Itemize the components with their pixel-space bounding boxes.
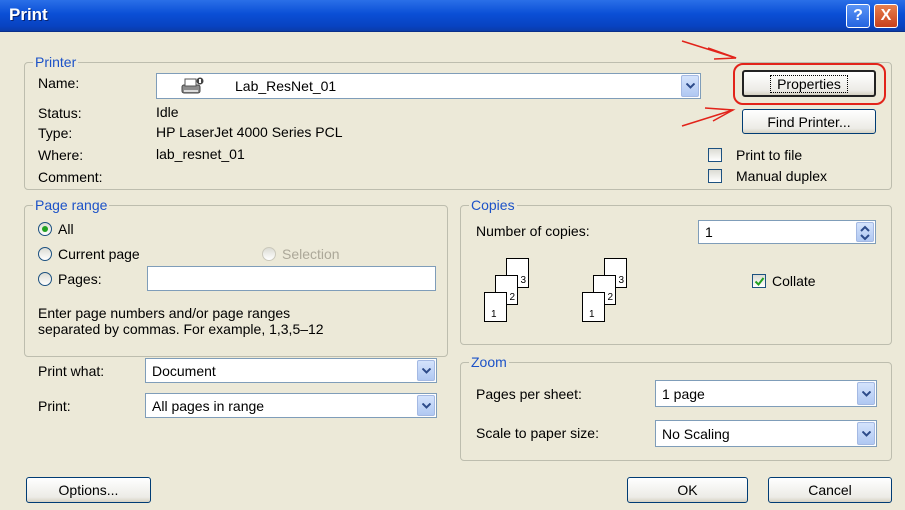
pages-radio-label[interactable]: Pages: (58, 270, 102, 288)
printer-name-dropdown[interactable]: Lab_ResNet_01 (156, 73, 701, 99)
cancel-button[interactable]: Cancel (768, 477, 892, 503)
page-range-group-label: Page range (33, 197, 110, 213)
help-button[interactable]: ? (846, 4, 870, 28)
checkmark-icon (754, 277, 765, 287)
manual-duplex-label[interactable]: Manual duplex (736, 167, 827, 185)
options-button[interactable]: Options... (26, 477, 151, 503)
close-button[interactable]: X (874, 4, 898, 28)
scale-to-paper-label: Scale to paper size: (476, 425, 599, 441)
selection-radio-label: Selection (282, 246, 340, 262)
title-bar: Print ? X (0, 0, 905, 32)
comment-label: Comment: (38, 169, 103, 185)
pages-radio[interactable] (38, 272, 52, 286)
type-value: HP LaserJet 4000 Series PCL (156, 124, 343, 140)
find-printer-button-label: Find Printer... (767, 113, 851, 130)
print-dropdown[interactable]: All pages in range (145, 393, 437, 418)
all-radio[interactable] (38, 222, 52, 236)
scale-to-paper-dropdown[interactable]: No Scaling (655, 420, 877, 447)
chevron-down-icon[interactable] (857, 382, 875, 405)
collate-illustration-left: 3 2 1 (484, 258, 544, 328)
help-icon: ? (853, 7, 863, 24)
printer-group-label: Printer (33, 54, 79, 70)
pages-per-sheet-dropdown[interactable]: 1 page (655, 380, 877, 407)
chevron-down-icon[interactable] (417, 395, 435, 416)
ok-button[interactable]: OK (627, 477, 748, 503)
chevron-down-icon[interactable] (681, 75, 699, 97)
pages-input[interactable] (147, 266, 436, 291)
manual-duplex-checkbox[interactable] (708, 169, 722, 183)
print-what-value: Document (152, 363, 216, 379)
print-label: Print: (38, 398, 71, 414)
zoom-group-label: Zoom (469, 354, 509, 370)
print-value: All pages in range (152, 398, 265, 414)
chevron-down-icon[interactable] (417, 360, 435, 381)
copies-spinner[interactable]: 1 (698, 220, 876, 244)
chevron-down-icon[interactable] (857, 422, 875, 445)
where-value: lab_resnet_01 (156, 146, 245, 162)
scale-to-paper-value: No Scaling (662, 426, 730, 442)
current-page-radio[interactable] (38, 247, 52, 261)
number-of-copies-label: Number of copies: (476, 223, 590, 239)
radio-selected-dot (42, 226, 48, 232)
collate-label[interactable]: Collate (772, 272, 816, 290)
properties-button[interactable]: Properties (742, 70, 876, 97)
options-button-label: Options... (58, 482, 119, 498)
collate-page: 1 (582, 292, 605, 322)
copies-group-label: Copies (469, 197, 517, 213)
printer-name-value: Lab_ResNet_01 (235, 78, 337, 94)
all-radio-label[interactable]: All (58, 220, 74, 238)
where-label: Where: (38, 147, 84, 163)
print-what-label: Print what: (38, 363, 105, 379)
printer-icon (179, 76, 205, 96)
selection-radio (262, 247, 276, 261)
collate-illustration-right: 3 2 1 (582, 258, 642, 328)
close-icon: X (880, 7, 892, 24)
printer-name-label: Name: (38, 75, 80, 91)
status-value: Idle (156, 104, 179, 120)
find-printer-button[interactable]: Find Printer... (742, 109, 876, 134)
page-range-help-line2: separated by commas. For example, 1,3,5–… (38, 321, 324, 337)
print-to-file-checkbox[interactable] (708, 148, 722, 162)
properties-button-label: Properties (770, 74, 848, 93)
collate-page: 1 (484, 292, 507, 322)
collate-checkbox[interactable] (752, 274, 766, 288)
pages-per-sheet-label: Pages per sheet: (476, 386, 582, 402)
print-what-dropdown[interactable]: Document (145, 358, 437, 383)
ok-button-label: OK (677, 482, 698, 498)
spin-updown-icon[interactable] (856, 222, 874, 242)
type-label: Type: (38, 125, 73, 141)
window-title: Print (9, 5, 48, 24)
cancel-button-label: Cancel (808, 482, 852, 498)
status-label: Status: (38, 105, 82, 121)
copies-value: 1 (705, 224, 713, 240)
current-page-radio-label[interactable]: Current page (58, 245, 140, 263)
print-to-file-label[interactable]: Print to file (736, 146, 802, 164)
pages-per-sheet-value: 1 page (662, 386, 705, 402)
